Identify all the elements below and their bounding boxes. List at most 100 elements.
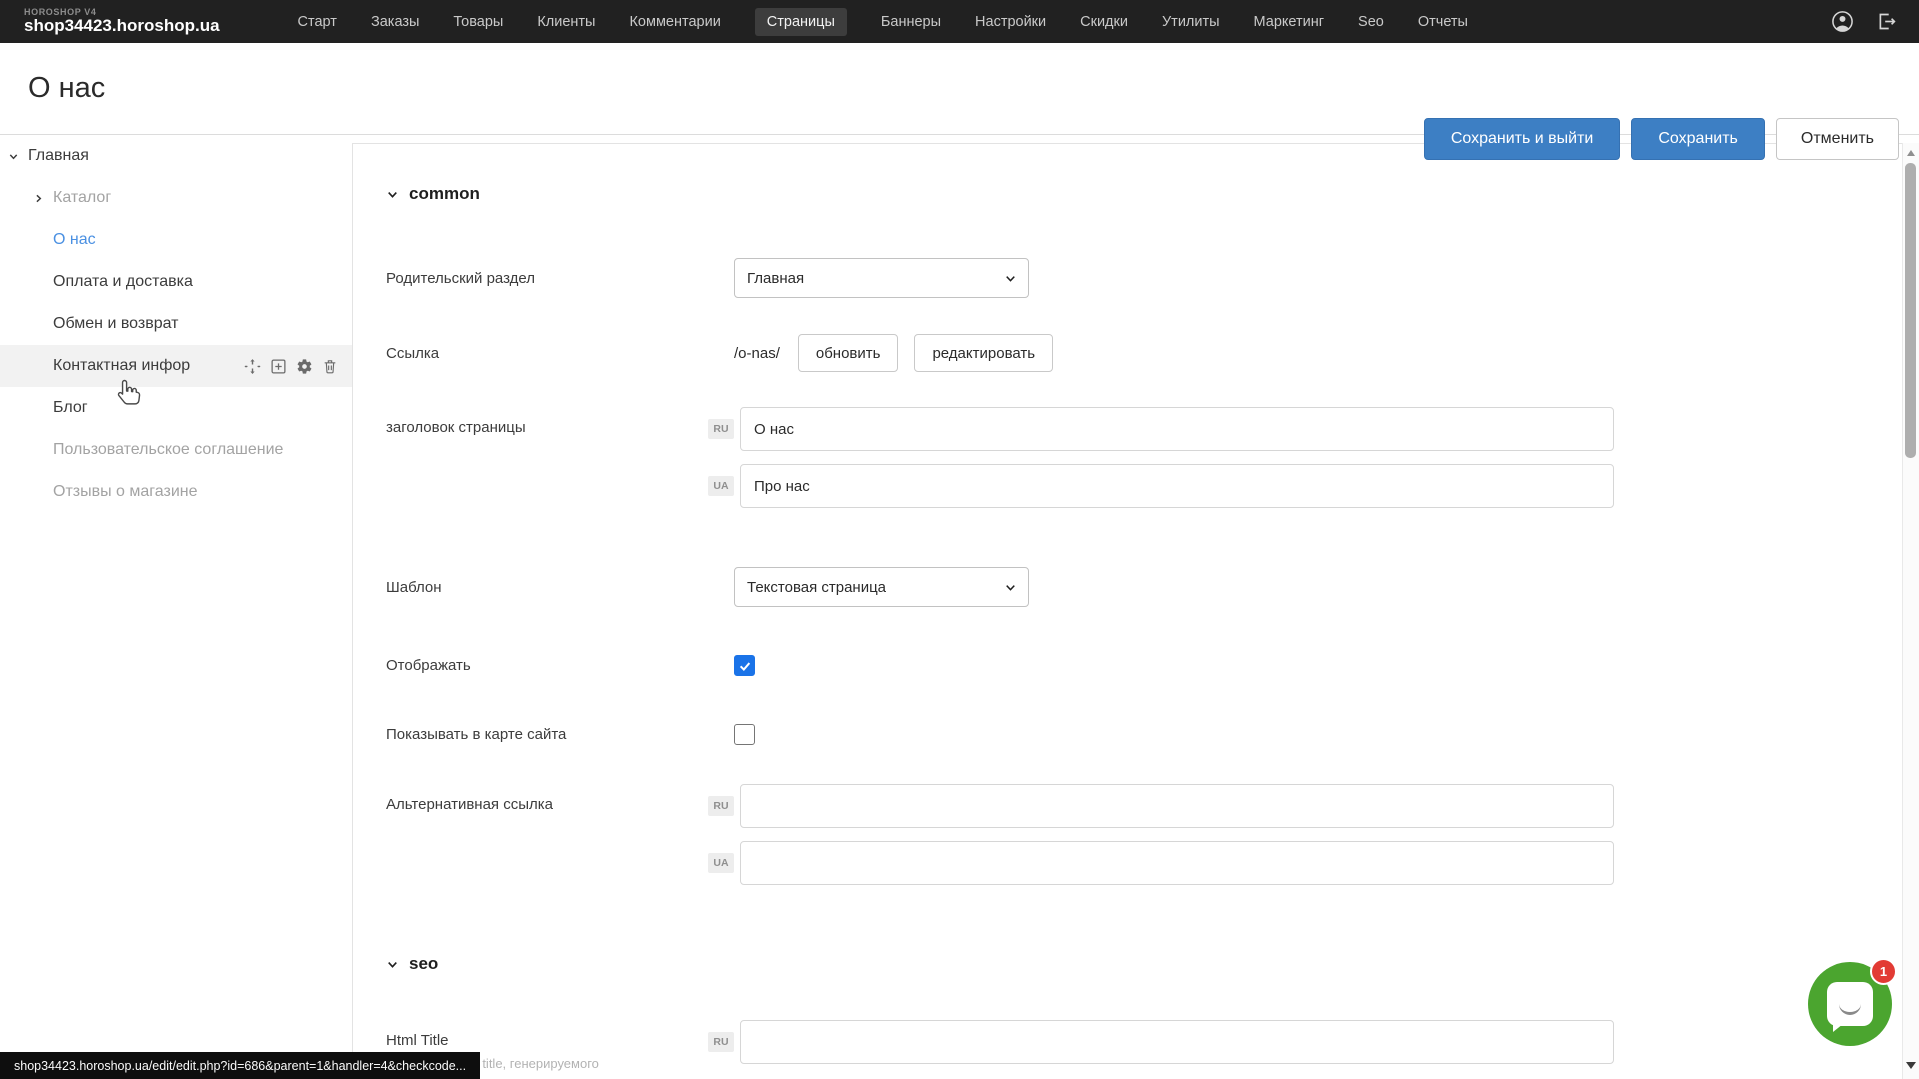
scrollbar-thumb[interactable] <box>1905 163 1916 458</box>
sidebar-item-label: О нас <box>53 231 96 249</box>
cancel-button[interactable]: Отменить <box>1776 118 1899 160</box>
lang-ru-badge: RU <box>708 796 734 816</box>
field-parent-section: Родительский раздел Главная <box>386 258 1902 298</box>
html-title-ru-input[interactable] <box>740 1020 1614 1064</box>
settings-gear-icon[interactable] <box>296 358 313 375</box>
tree-item-actions <box>244 345 338 387</box>
nav-item-start[interactable]: Старт <box>298 8 337 36</box>
field-label: заголовок страницы <box>386 407 668 521</box>
page-header: О нас Сохранить и выйти Сохранить Отмени… <box>0 43 1919 135</box>
chevron-down-icon <box>386 958 399 971</box>
field-link: Ссылка /o-nas/ обновить редактировать <box>386 334 1902 372</box>
top-navbar: HOROSHOP V4 shop34423.horoshop.ua Старт … <box>0 0 1919 43</box>
sidebar-item-home[interactable]: Главная <box>0 135 352 177</box>
check-icon <box>738 659 752 673</box>
sidebar-item-blog[interactable]: Блог <box>0 387 352 429</box>
chat-unread-badge: 1 <box>1870 958 1897 985</box>
template-select[interactable]: Текстовая страница <box>734 567 1029 607</box>
main-menu: Старт Заказы Товары Клиенты Комментарии … <box>298 8 1468 36</box>
logout-icon[interactable] <box>1876 11 1897 32</box>
chevron-down-icon[interactable] <box>8 151 19 162</box>
field-sitemap: Показывать в карте сайта <box>386 724 1902 745</box>
header-actions: Сохранить и выйти Сохранить Отменить <box>1424 118 1899 160</box>
sidebar-item-label: Каталог <box>53 189 111 207</box>
sidebar-item-label: Оплата и доставка <box>53 273 193 291</box>
nav-item-comments[interactable]: Комментарии <box>629 8 720 36</box>
section-common-header[interactable]: common <box>386 182 1902 206</box>
scroll-down-arrow[interactable] <box>1906 1062 1916 1069</box>
page-title: О нас <box>28 72 105 105</box>
delete-trash-icon[interactable] <box>322 358 338 375</box>
nav-item-pages[interactable]: Страницы <box>755 8 847 36</box>
lang-ru-badge: RU <box>708 419 734 439</box>
chat-bubble-icon <box>1827 982 1873 1026</box>
sidebar-item-label: Главная <box>28 147 89 165</box>
select-value: Текстовая страница <box>747 579 886 596</box>
sitemap-checkbox[interactable] <box>734 724 755 745</box>
display-checkbox[interactable] <box>734 655 755 676</box>
sidebar-item-user-agreement[interactable]: Пользовательское соглашение <box>0 429 352 471</box>
select-value: Главная <box>747 270 804 287</box>
chevron-right-icon[interactable] <box>33 193 44 204</box>
shop-logo[interactable]: HOROSHOP V4 shop34423.horoshop.ua <box>24 8 220 35</box>
navbar-right-icons <box>1831 10 1897 33</box>
nav-item-products[interactable]: Товары <box>453 8 503 36</box>
nav-item-banners[interactable]: Баннеры <box>881 8 941 36</box>
section-common-title: common <box>409 184 480 204</box>
page-title-ru-input[interactable] <box>740 407 1614 451</box>
alt-link-ru-input[interactable] <box>740 784 1614 828</box>
field-label: Ссылка <box>386 345 668 362</box>
move-icon[interactable] <box>244 358 261 375</box>
sidebar-item-label: Отзывы о магазине <box>53 483 198 501</box>
parent-section-select[interactable]: Главная <box>734 258 1029 298</box>
sidebar-item-exchange-return[interactable]: Обмен и возврат <box>0 303 352 345</box>
add-page-icon[interactable] <box>270 358 287 375</box>
sidebar-item-payment-delivery[interactable]: Оплата и доставка <box>0 261 352 303</box>
field-label: Отображать <box>386 657 668 674</box>
chevron-down-icon <box>1004 581 1017 594</box>
field-alt-link: Альтернативная ссылка RU UA <box>386 784 1902 898</box>
nav-item-clients[interactable]: Клиенты <box>537 8 595 36</box>
page-edit-form: common Родительский раздел Главная Ссылк… <box>352 143 1902 1079</box>
sidebar-item-label: Пользовательское соглашение <box>53 441 283 459</box>
save-button[interactable]: Сохранить <box>1631 118 1765 160</box>
save-and-exit-button[interactable]: Сохранить и выйти <box>1424 118 1621 160</box>
lang-ua-badge: UA <box>708 853 734 873</box>
lang-ua-badge: UA <box>708 476 734 496</box>
nav-item-discounts[interactable]: Скидки <box>1080 8 1128 36</box>
sidebar-item-label: Контактная инфор <box>53 357 190 375</box>
field-html-title: Html Title Полная замена title, генериру… <box>386 1020 1902 1079</box>
field-page-title: заголовок страницы RU UA <box>386 407 1902 521</box>
field-label: Шаблон <box>386 579 668 596</box>
alt-link-ua-input[interactable] <box>740 841 1614 885</box>
lang-ru-badge: RU <box>708 1032 734 1052</box>
section-seo-title: seo <box>409 954 438 974</box>
field-label: Родительский раздел <box>386 270 668 287</box>
sidebar-item-label: Блог <box>53 399 88 417</box>
page-title-ua-input[interactable] <box>740 464 1614 508</box>
nav-item-utilities[interactable]: Утилиты <box>1162 8 1220 36</box>
nav-item-seo[interactable]: Seo <box>1358 8 1384 36</box>
edit-link-button[interactable]: редактировать <box>914 334 1053 372</box>
nav-item-marketing[interactable]: Маркетинг <box>1254 8 1325 36</box>
browser-status-url: shop34423.horoshop.ua/edit/edit.php?id=6… <box>0 1052 480 1079</box>
scroll-up-arrow[interactable] <box>1907 150 1915 156</box>
field-template: Шаблон Текстовая страница <box>386 567 1902 607</box>
sidebar-item-catalog[interactable]: Каталог <box>0 177 352 219</box>
sidebar-item-contact-info[interactable]: Контактная инфор <box>0 345 352 387</box>
field-label: Альтернативная ссылка <box>386 784 668 898</box>
nav-item-settings[interactable]: Настройки <box>975 8 1046 36</box>
chevron-down-icon <box>1004 272 1017 285</box>
chat-widget-button[interactable]: 1 <box>1808 962 1892 1046</box>
nav-item-orders[interactable]: Заказы <box>371 8 419 36</box>
update-link-button[interactable]: обновить <box>798 334 899 372</box>
account-icon[interactable] <box>1831 10 1854 33</box>
vertical-scrollbar[interactable] <box>1902 143 1919 1079</box>
link-path-value: /o-nas/ <box>734 345 780 362</box>
nav-item-reports[interactable]: Отчеты <box>1418 8 1468 36</box>
html-title-label: Html Title <box>386 1032 668 1049</box>
sidebar-item-about-us[interactable]: О нас <box>0 219 352 261</box>
section-seo-header[interactable]: seo <box>386 952 1902 976</box>
pages-tree-sidebar: Главная Каталог О нас Оплата и доставка … <box>0 135 352 1079</box>
sidebar-item-store-reviews[interactable]: Отзывы о магазине <box>0 471 352 513</box>
